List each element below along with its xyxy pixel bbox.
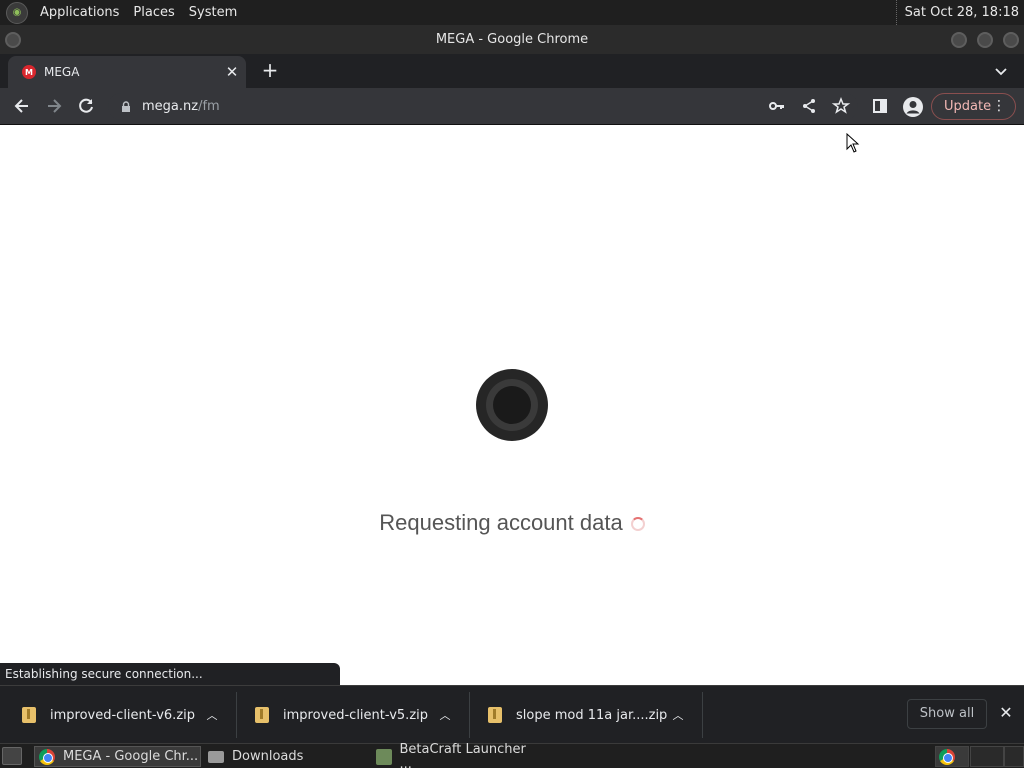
bookmark-star-icon[interactable] xyxy=(831,96,851,116)
download-filename: slope mod 11a jar....zip xyxy=(516,707,668,723)
divider xyxy=(469,692,470,738)
workspace-2[interactable] xyxy=(970,746,1004,767)
download-item[interactable]: improved-client-v5.zip ︿ xyxy=(255,696,465,734)
page-content: Requesting account data xyxy=(0,126,1024,684)
close-shelf-icon[interactable]: ✕ xyxy=(996,703,1016,723)
taskbar-item-chrome[interactable]: MEGA - Google Chr... xyxy=(34,746,201,767)
distro-logo-icon[interactable]: ◉ xyxy=(6,1,28,24)
chrome-icon xyxy=(939,749,955,765)
loading-text: Requesting account data xyxy=(379,510,623,535)
update-label: Update xyxy=(944,99,992,114)
address-bar[interactable]: mega.nz/fm xyxy=(108,93,858,120)
status-bubble: Establishing secure connection... xyxy=(0,663,340,685)
divider xyxy=(702,692,703,738)
download-item[interactable]: improved-client-v6.zip ︿ xyxy=(22,696,232,734)
reload-button[interactable] xyxy=(76,96,96,116)
tab-title: MEGA xyxy=(44,65,80,79)
download-item[interactable]: slope mod 11a jar....zip ︿ xyxy=(488,696,698,734)
loading-status: Requesting account data xyxy=(0,510,1024,536)
clock[interactable]: Sat Oct 28, 18:18 xyxy=(895,0,1024,25)
task-label: Downloads xyxy=(232,749,304,764)
top-panel: ◉ Applications Places System Sat Oct 28,… xyxy=(0,0,1024,25)
share-icon[interactable] xyxy=(799,96,819,116)
update-button[interactable]: Update ⋮ xyxy=(931,93,1016,120)
show-all-button[interactable]: Show all xyxy=(907,699,987,729)
maximize-button[interactable] xyxy=(977,32,993,48)
window-titlebar[interactable]: MEGA - Google Chrome xyxy=(0,25,1024,54)
loading-spinner-icon xyxy=(630,517,645,532)
workspace-3[interactable] xyxy=(1004,746,1024,767)
lock-icon[interactable] xyxy=(120,100,132,113)
chevron-up-icon[interactable]: ︿ xyxy=(437,707,453,723)
url-text: mega.nz/fm xyxy=(142,99,220,114)
chrome-icon xyxy=(39,748,55,765)
tab-mega[interactable]: M MEGA ✕ xyxy=(8,56,246,88)
back-button[interactable] xyxy=(12,96,32,116)
taskbar: MEGA - Google Chr... Downloads BetaCraft… xyxy=(0,742,1024,768)
workspace-1[interactable] xyxy=(935,746,969,767)
places-menu[interactable]: Places xyxy=(129,5,178,20)
zip-file-icon xyxy=(255,707,269,723)
tab-strip: M MEGA ✕ + xyxy=(0,54,1024,88)
zip-file-icon xyxy=(488,707,502,723)
profile-avatar-icon[interactable] xyxy=(902,96,923,117)
taskbar-item-betacraft[interactable]: BetaCraft Launcher ... xyxy=(372,742,538,768)
show-desktop-icon[interactable] xyxy=(2,747,22,765)
divider xyxy=(236,692,237,738)
tab-search-chevron-icon[interactable] xyxy=(992,62,1010,80)
mouse-cursor-icon xyxy=(846,133,860,153)
screen: ◉ Applications Places System Sat Oct 28,… xyxy=(0,0,1024,768)
password-key-icon[interactable] xyxy=(767,96,787,116)
mega-favicon-icon: M xyxy=(22,65,36,79)
task-label: BetaCraft Launcher ... xyxy=(399,741,526,768)
mega-loading-logo-icon xyxy=(476,369,548,441)
new-tab-button[interactable]: + xyxy=(259,59,281,81)
window-title: MEGA - Google Chrome xyxy=(435,32,589,47)
tab-close-icon[interactable]: ✕ xyxy=(224,64,240,80)
more-menu-icon[interactable]: ⋮ xyxy=(992,98,1006,114)
folder-icon xyxy=(208,750,224,763)
side-panel-icon[interactable] xyxy=(870,96,890,116)
taskbar-item-downloads[interactable]: Downloads xyxy=(204,746,370,767)
download-shelf: improved-client-v6.zip ︿ improved-client… xyxy=(0,685,1024,743)
minimize-button[interactable] xyxy=(951,32,967,48)
browser-toolbar: mega.nz/fm Update ⋮ xyxy=(0,88,1024,125)
download-filename: improved-client-v5.zip xyxy=(283,707,429,723)
betacraft-icon xyxy=(376,748,392,765)
close-window-button[interactable] xyxy=(1003,32,1019,48)
system-menu[interactable]: System xyxy=(185,5,241,20)
download-filename: improved-client-v6.zip xyxy=(50,707,196,723)
forward-button[interactable] xyxy=(44,96,64,116)
window-menu-icon[interactable] xyxy=(5,32,21,48)
task-label: MEGA - Google Chr... xyxy=(63,749,199,764)
chevron-up-icon[interactable]: ︿ xyxy=(670,707,686,723)
applications-menu[interactable]: Applications xyxy=(36,5,123,20)
zip-file-icon xyxy=(22,707,36,723)
chevron-up-icon[interactable]: ︿ xyxy=(204,707,220,723)
